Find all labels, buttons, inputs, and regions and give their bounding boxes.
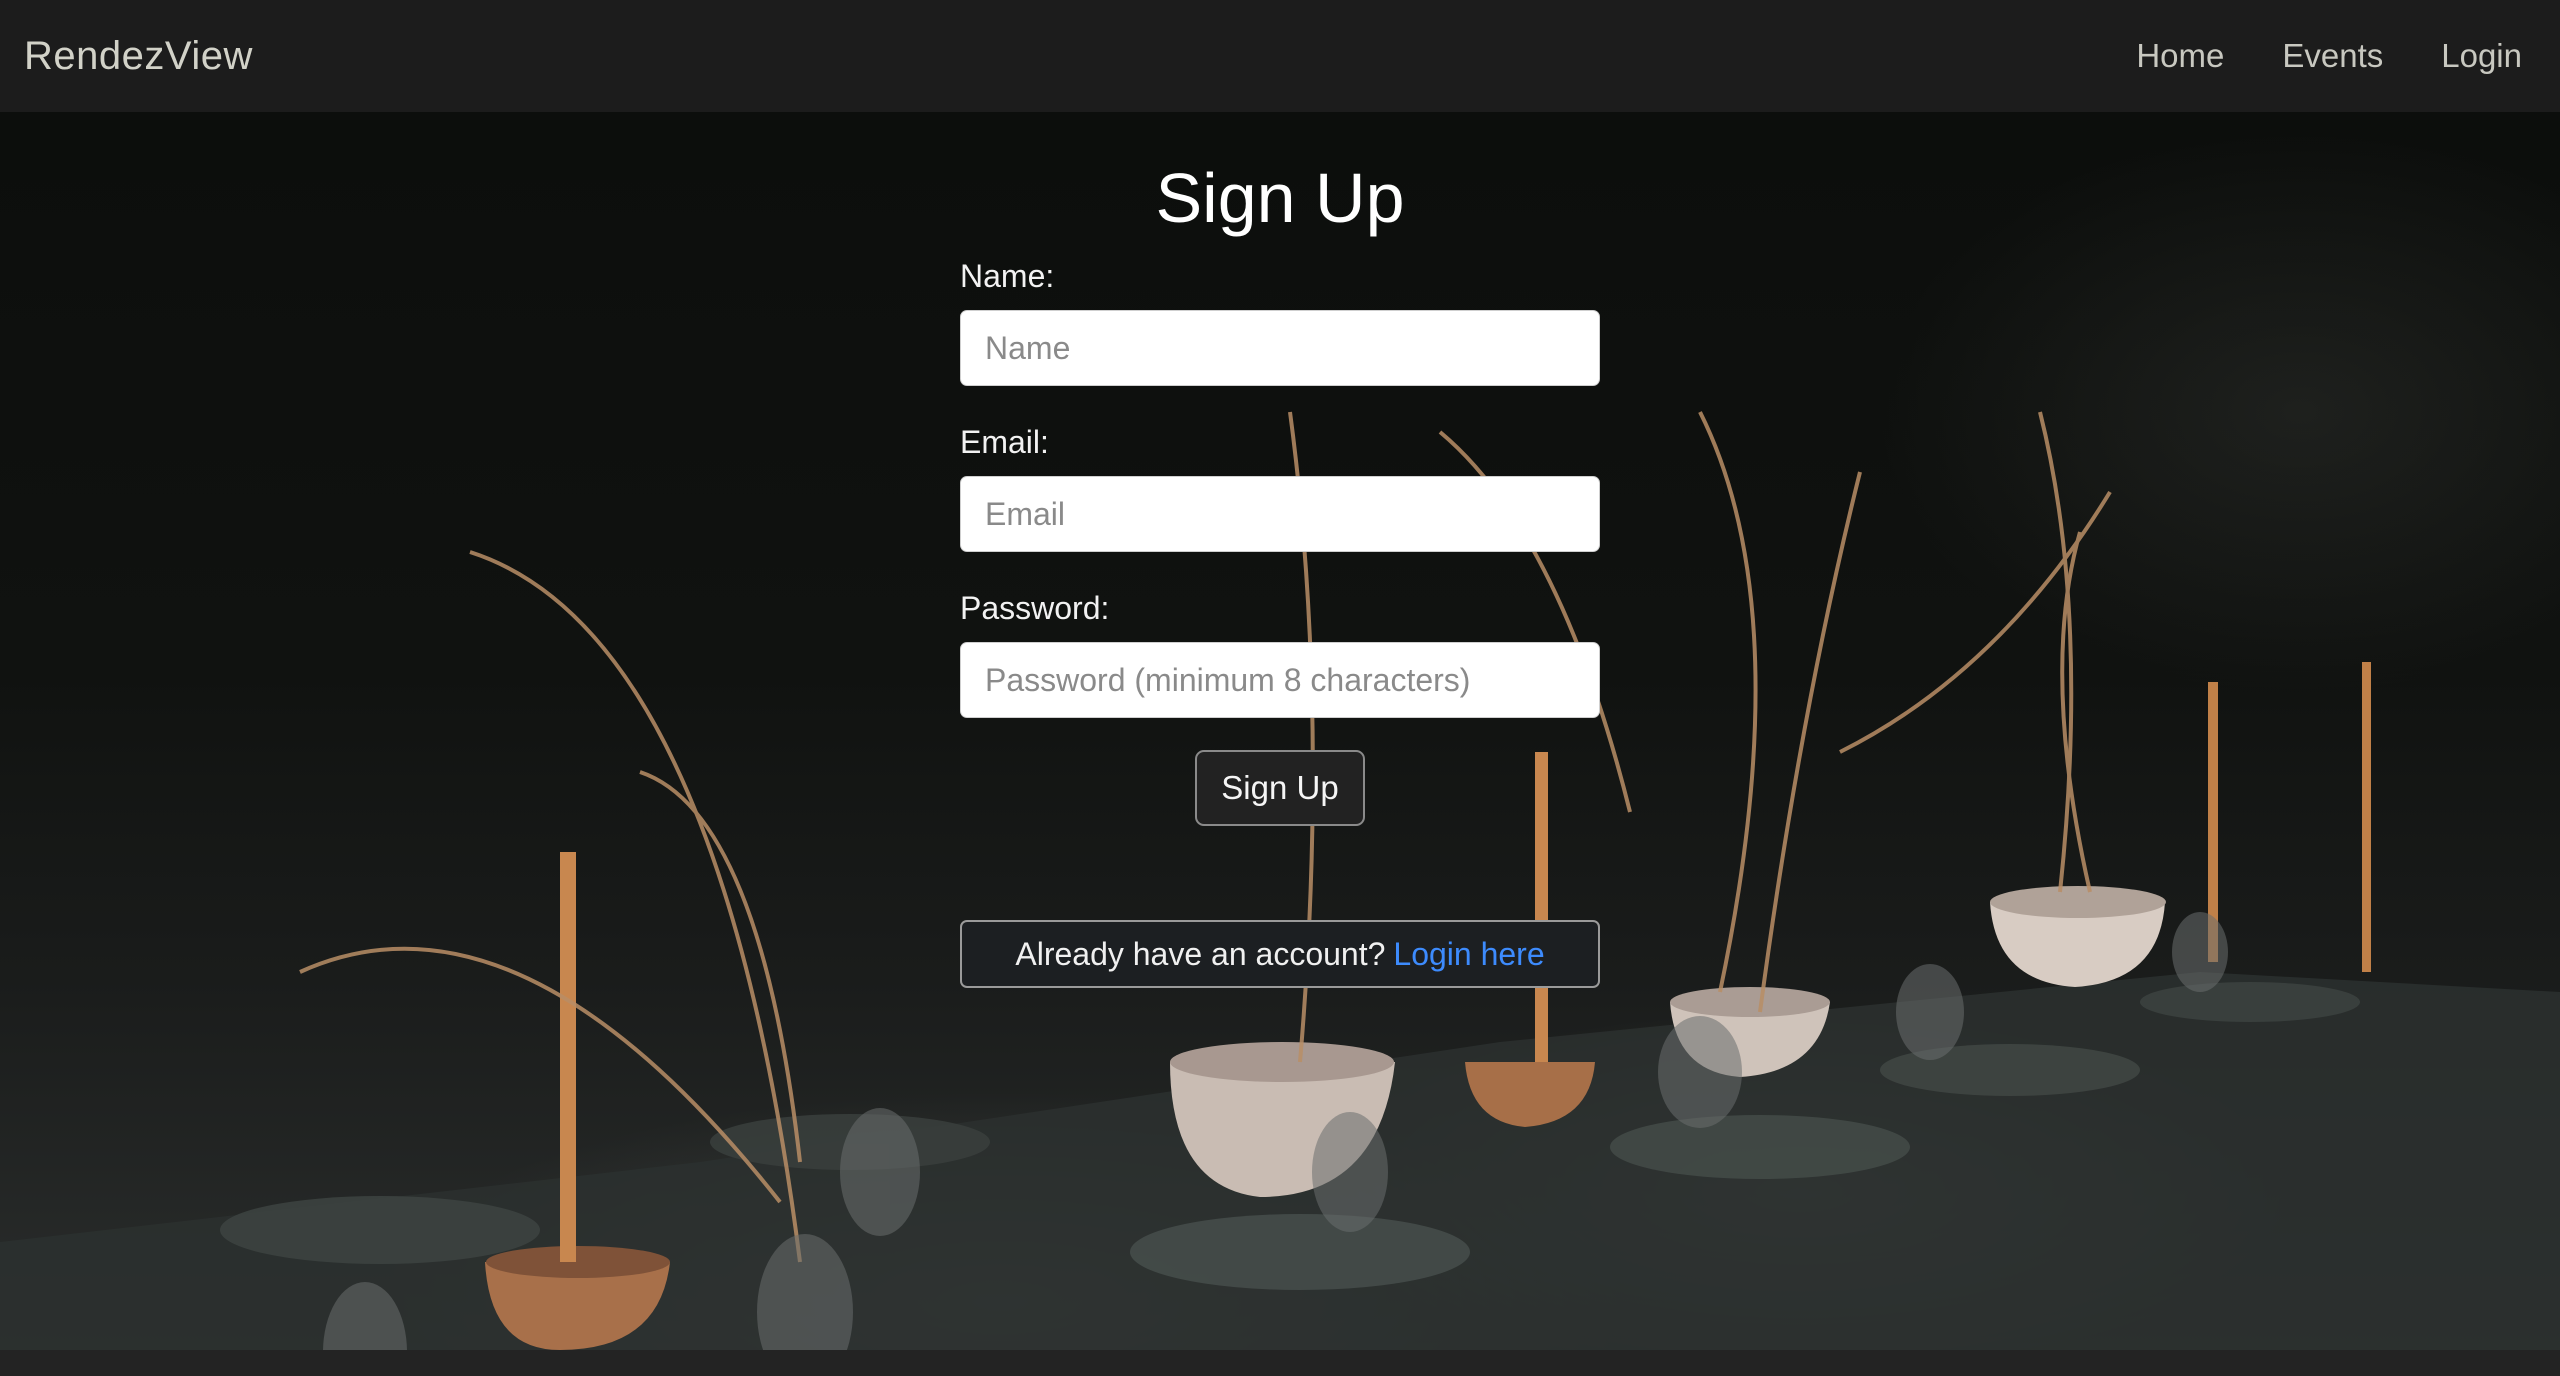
nav-events-link[interactable]: Events bbox=[2282, 37, 2383, 75]
name-input[interactable] bbox=[960, 310, 1600, 386]
signup-form: Sign Up Name: Email: Password: Sign Up A… bbox=[960, 148, 1600, 988]
brand-logo[interactable]: RendezView bbox=[24, 34, 253, 79]
submit-row: Sign Up bbox=[960, 750, 1600, 826]
nav-links: Home Events Login bbox=[2136, 37, 2536, 75]
signup-button[interactable]: Sign Up bbox=[1195, 750, 1365, 826]
password-label: Password: bbox=[960, 590, 1110, 626]
page-footer-bar bbox=[0, 1350, 2560, 1376]
email-input[interactable] bbox=[960, 476, 1600, 552]
page-title: Sign Up bbox=[1155, 159, 1405, 237]
login-here-link[interactable]: Login here bbox=[1393, 936, 1544, 973]
nav-home-link[interactable]: Home bbox=[2136, 37, 2224, 75]
nav-login-link[interactable]: Login bbox=[2441, 37, 2522, 75]
email-label: Email: bbox=[960, 424, 1049, 460]
login-prompt-box: Already have an account? Login here bbox=[960, 920, 1600, 988]
password-input[interactable] bbox=[960, 642, 1600, 718]
navbar: RendezView Home Events Login bbox=[0, 0, 2560, 112]
name-label: Name: bbox=[960, 258, 1055, 294]
login-prompt-text: Already have an account? bbox=[1015, 935, 1386, 972]
